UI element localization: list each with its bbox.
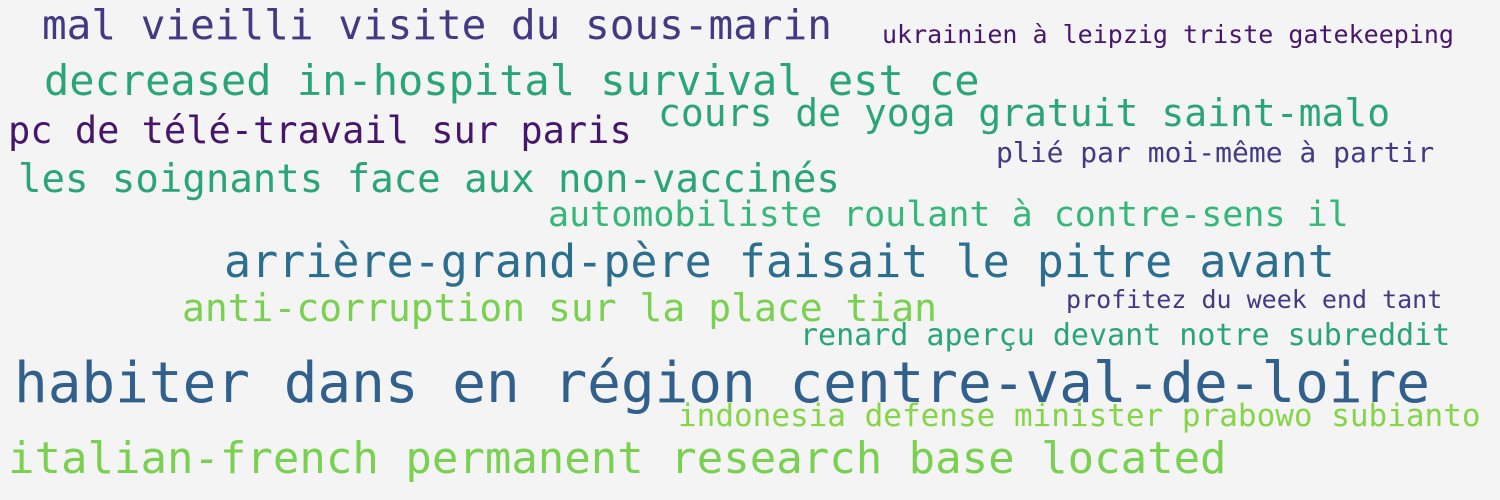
word-0: mal vieilli visite du sous-marin <box>42 1 832 49</box>
word-3: cours de yoga gratuit saint-malo <box>658 91 1391 135</box>
word-13: indonesia defense minister prabowo subia… <box>678 398 1481 434</box>
word-11: renard aperçu devant notre subreddit <box>800 318 1451 353</box>
word-14: italian-french permanent research base l… <box>8 433 1227 484</box>
word-4: pc de télé-travail sur paris <box>8 109 632 152</box>
word-6: les soignants face aux non-vaccinés <box>18 157 840 202</box>
word-1: ukrainien à leipzig triste gatekeeping <box>882 20 1454 49</box>
word-7: automobiliste roulant à contre-sens il <box>548 195 1349 235</box>
word-cloud: mal vieilli visite du sous-marin ukraini… <box>0 0 1500 500</box>
word-8: arrière-grand-père faisait le pitre avan… <box>224 235 1335 288</box>
word-5: plié par moi-même à partir <box>996 136 1435 169</box>
word-10: profitez du week end tant <box>1066 285 1443 314</box>
